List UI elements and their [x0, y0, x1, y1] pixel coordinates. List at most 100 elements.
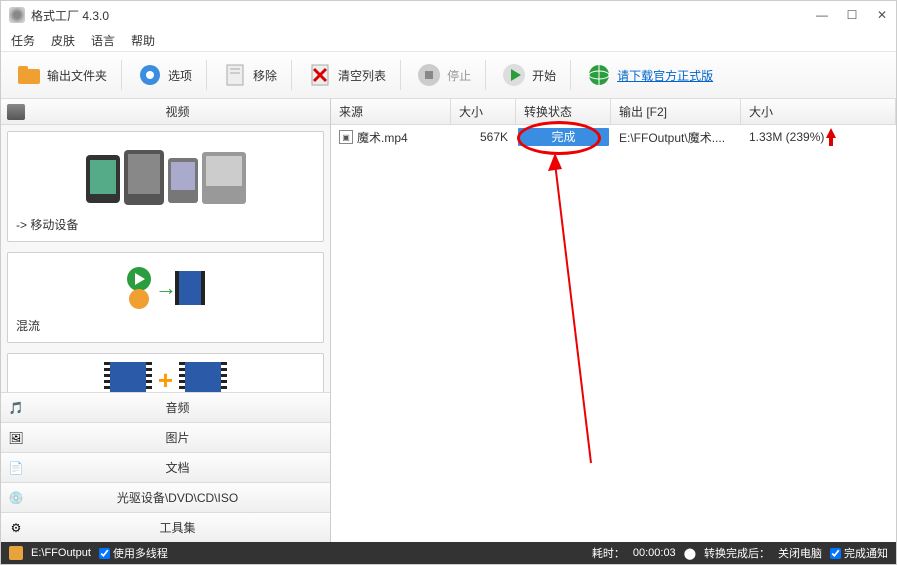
join-icon: + [16, 362, 315, 392]
toolbar: 输出文件夹 选项 移除 清空列表 停止 开始 请下载官方正式版 [1, 51, 896, 99]
category-document[interactable]: 📄 文档 [1, 452, 330, 482]
clear-icon [306, 61, 334, 89]
category-drive[interactable]: 💿 光驱设备\DVD\CD\ISO [1, 482, 330, 512]
main-panel: 来源 大小 转换状态 输出 [F2] 大小 ▣ 魔术.mp4 567K 完成 E… [331, 99, 896, 542]
output-path[interactable]: E:\FFOutput [31, 547, 91, 559]
th-size[interactable]: 大小 [451, 99, 516, 124]
app-icon [9, 7, 25, 23]
toolbar-separator [121, 60, 122, 90]
after-label: 转换完成后： [704, 545, 770, 561]
cell-out-size-text: 1.33M (239%) [749, 130, 824, 144]
cell-size: 567K [451, 130, 516, 144]
clear-label: 清空列表 [338, 67, 386, 84]
sidebar: 视频 -> 移动设备 [1, 99, 331, 542]
card-mux-label: 混流 [16, 317, 315, 334]
notify-check-input[interactable] [830, 548, 841, 559]
download-link-label: 请下载官方正式版 [617, 67, 713, 84]
menu-task[interactable]: 任务 [11, 32, 35, 49]
picture-icon: 🖼 [7, 429, 25, 447]
th-source[interactable]: 来源 [331, 99, 451, 124]
toolbar-separator [400, 60, 401, 90]
stop-button[interactable]: 停止 [409, 57, 477, 93]
category-tools-label: 工具集 [31, 519, 324, 536]
after-value[interactable]: 关闭电脑 [778, 545, 822, 561]
download-link-button[interactable]: 请下载官方正式版 [579, 57, 719, 93]
menubar: 任务 皮肤 语言 帮助 [1, 29, 896, 51]
sidebar-scroll[interactable]: -> 移动设备 → 混流 + [1, 125, 330, 392]
elapsed-label: 耗时： [592, 545, 625, 561]
size-increase-icon [826, 128, 836, 146]
multithread-check-input[interactable] [99, 548, 110, 559]
titlebar: 格式工厂 4.3.0 ― ☐ ✕ [1, 1, 896, 29]
close-button[interactable]: ✕ [876, 9, 888, 21]
category-audio-label: 音频 [31, 399, 324, 416]
audio-icon: 🎵 [7, 399, 25, 417]
statusbar: E:\FFOutput 使用多线程 耗时： 00:00:03 ⬤ 转换完成后： … [1, 542, 896, 564]
th-output[interactable]: 输出 [F2] [611, 99, 741, 124]
toolbar-separator [570, 60, 571, 90]
file-icon: ▣ [339, 130, 353, 144]
stop-icon [415, 61, 443, 89]
card-mobile-device[interactable]: -> 移动设备 [7, 131, 324, 242]
options-button[interactable]: 选项 [130, 57, 198, 93]
category-picture-label: 图片 [31, 429, 324, 446]
remove-label: 移除 [253, 67, 277, 84]
cell-source: ▣ 魔术.mp4 [331, 129, 451, 146]
mux-icon: → [16, 261, 315, 311]
category-tools[interactable]: ⚙ 工具集 [1, 512, 330, 542]
maximize-button[interactable]: ☐ [846, 9, 858, 21]
video-category-icon [7, 104, 25, 120]
table-header: 来源 大小 转换状态 输出 [F2] 大小 [331, 99, 896, 125]
svg-text:→: → [155, 275, 177, 300]
cell-status: 完成 [516, 128, 611, 146]
category-document-label: 文档 [31, 459, 324, 476]
multithread-label: 使用多线程 [113, 545, 168, 561]
folder-icon [15, 61, 43, 89]
stop-label: 停止 [447, 67, 471, 84]
menu-help[interactable]: 帮助 [131, 32, 155, 49]
notify-checkbox[interactable]: 完成通知 [830, 545, 888, 561]
minimize-button[interactable]: ― [816, 9, 828, 21]
table-body: ▣ 魔术.mp4 567K 完成 E:\FFOutput\魔术.... 1.33… [331, 125, 896, 542]
cell-source-text: 魔术.mp4 [357, 129, 408, 146]
mobile-devices-icon [16, 140, 315, 210]
notify-label: 完成通知 [844, 545, 888, 561]
menu-language[interactable]: 语言 [91, 32, 115, 49]
output-folder-label: 输出文件夹 [47, 67, 107, 84]
category-picture[interactable]: 🖼 图片 [1, 422, 330, 452]
remove-icon [221, 61, 249, 89]
tools-icon: ⚙ [7, 519, 25, 537]
window-title: 格式工厂 4.3.0 [31, 7, 816, 24]
drive-icon: 💿 [7, 489, 25, 507]
start-label: 开始 [532, 67, 556, 84]
start-button[interactable]: 开始 [494, 57, 562, 93]
remove-button[interactable]: 移除 [215, 57, 283, 93]
card-mux[interactable]: → 混流 [7, 252, 324, 343]
card-join[interactable]: + [7, 353, 324, 392]
globe-icon [585, 61, 613, 89]
multithread-checkbox[interactable]: 使用多线程 [99, 545, 168, 561]
clear-list-button[interactable]: 清空列表 [300, 57, 392, 93]
th-status[interactable]: 转换状态 [516, 99, 611, 124]
table-row[interactable]: ▣ 魔术.mp4 567K 完成 E:\FFOutput\魔术.... 1.33… [331, 125, 896, 149]
output-folder-button[interactable]: 输出文件夹 [9, 57, 113, 93]
cell-out-size: 1.33M (239%) [741, 128, 896, 146]
options-icon [136, 61, 164, 89]
annotation-arrow [541, 153, 601, 473]
content-area: 视频 -> 移动设备 [1, 99, 896, 542]
status-dot-icon: ⬤ [684, 547, 696, 560]
category-audio[interactable]: 🎵 音频 [1, 392, 330, 422]
cell-output: E:\FFOutput\魔术.... [611, 129, 741, 146]
th-out-size[interactable]: 大小 [741, 99, 896, 124]
category-drive-label: 光驱设备\DVD\CD\ISO [31, 489, 324, 506]
options-label: 选项 [168, 67, 192, 84]
toolbar-separator [485, 60, 486, 90]
status-badge-done: 完成 [518, 128, 609, 146]
toolbar-separator [206, 60, 207, 90]
sidebar-header-label: 视频 [31, 103, 324, 120]
card-mobile-label: -> 移动设备 [16, 216, 315, 233]
menu-skin[interactable]: 皮肤 [51, 32, 75, 49]
statusbar-folder-icon[interactable] [9, 546, 23, 560]
start-icon [500, 61, 528, 89]
sidebar-header-video[interactable]: 视频 [1, 99, 330, 125]
